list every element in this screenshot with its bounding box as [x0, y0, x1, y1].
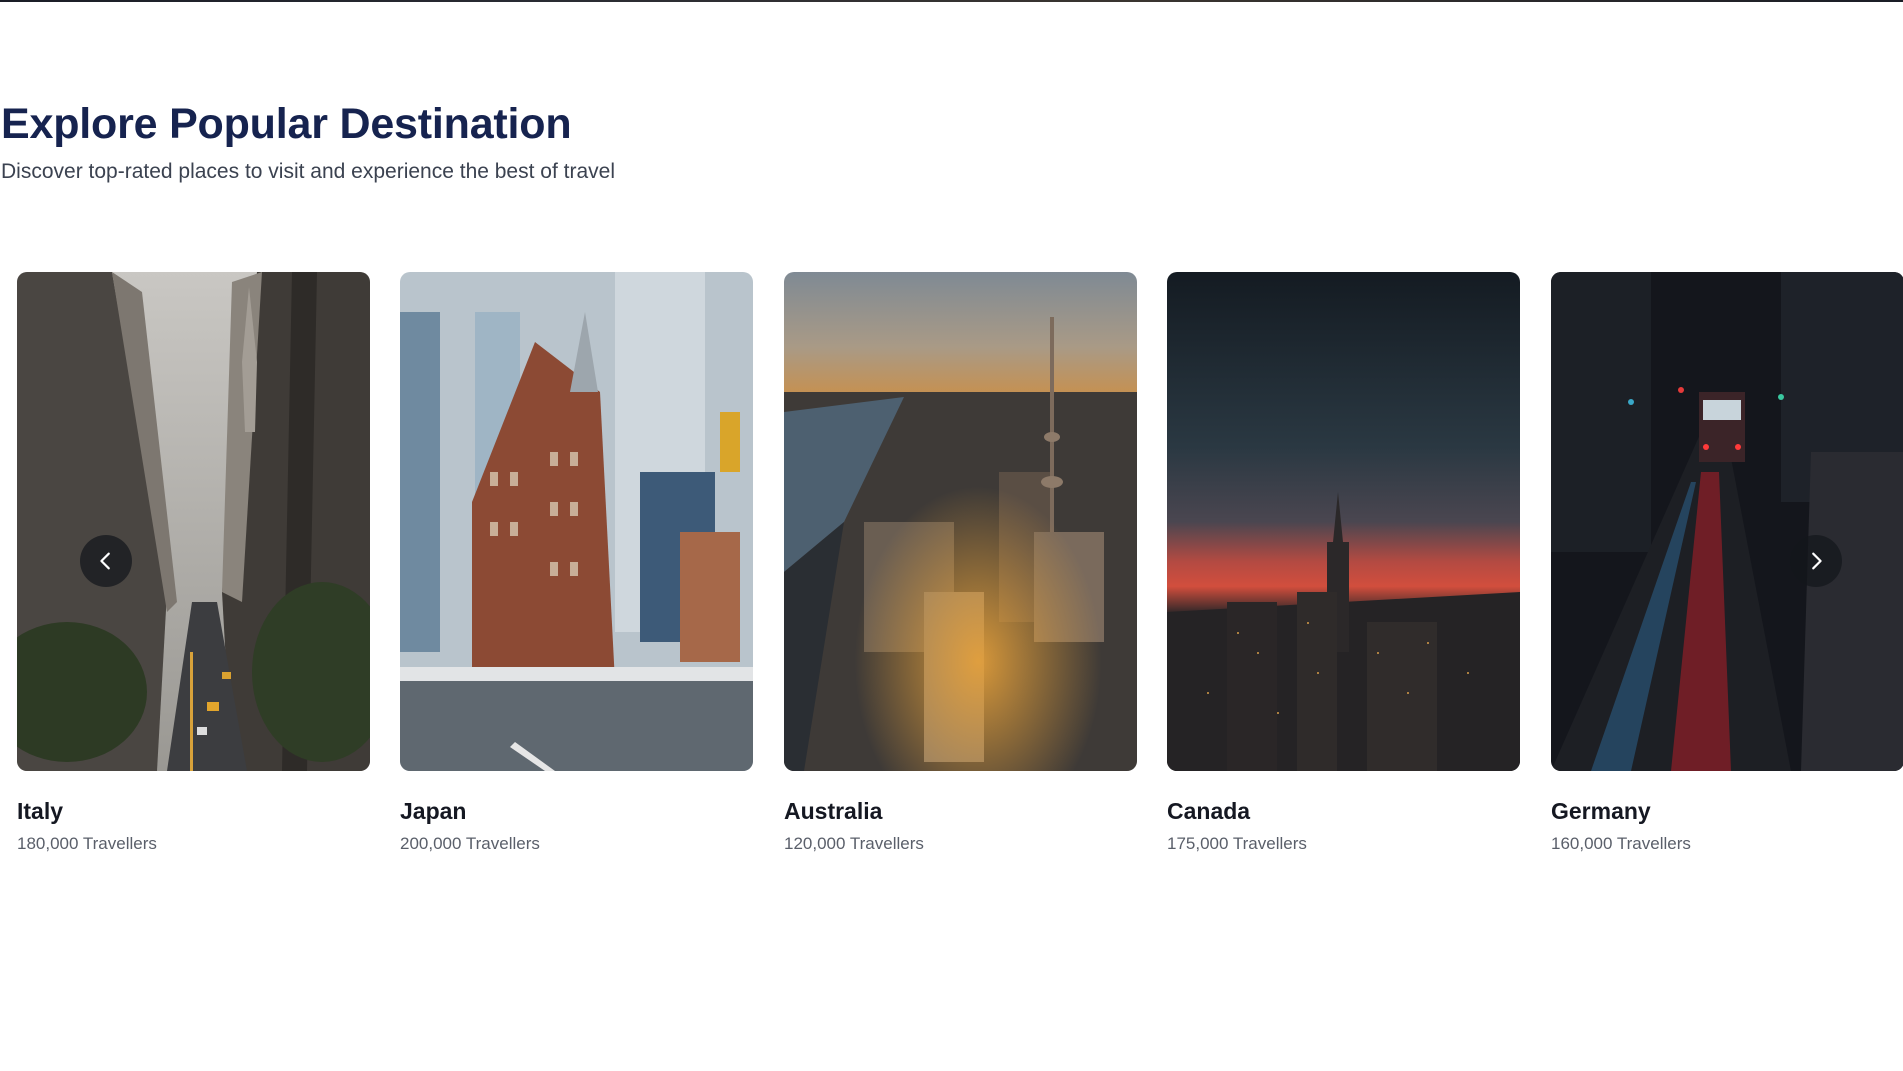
destination-name: Germany	[1551, 798, 1651, 824]
city-street-image	[17, 272, 370, 771]
chevron-left-icon	[100, 552, 110, 570]
destination-card-italy[interactable]: Italy 180,000 Travellers	[17, 272, 370, 854]
destination-image[interactable]	[17, 272, 370, 771]
destination-card-australia[interactable]: Australia 120,000 Travellers	[784, 272, 1137, 854]
destination-travellers: 175,000 Travellers	[1167, 834, 1307, 853]
destination-card-canada[interactable]: Canada 175,000 Travellers	[1167, 272, 1520, 854]
destination-card-germany[interactable]: Germany 160,000 Travellers	[1551, 272, 1903, 854]
destination-travellers: 180,000 Travellers	[17, 834, 157, 853]
carousel-next-button[interactable]	[1790, 535, 1842, 587]
destination-image[interactable]	[1167, 272, 1520, 771]
carousel-prev-button[interactable]	[80, 535, 132, 587]
destination-name: Italy	[17, 798, 64, 824]
destination-travellers: 120,000 Travellers	[784, 834, 924, 853]
destination-name: Canada	[1167, 798, 1251, 824]
section-title: Explore Popular Destination	[1, 100, 572, 148]
destination-travellers: 160,000 Travellers	[1551, 834, 1691, 853]
destination-image[interactable]	[784, 272, 1137, 771]
destination-image[interactable]	[400, 272, 753, 771]
destination-name: Australia	[784, 798, 883, 824]
night-street-image	[1551, 272, 1903, 771]
top-divider	[0, 0, 1903, 2]
section-subtitle: Discover top-rated places to visit and e…	[1, 160, 615, 183]
brick-building-image	[400, 272, 753, 771]
destination-card-japan[interactable]: Japan 200,000 Travellers	[400, 272, 753, 854]
destination-travellers: 200,000 Travellers	[400, 834, 540, 853]
destination-name: Japan	[400, 798, 467, 824]
skyline-dusk-image	[1167, 272, 1520, 771]
destination-image[interactable]	[1551, 272, 1903, 771]
aerial-city-image	[784, 272, 1137, 771]
chevron-right-icon	[1812, 552, 1822, 570]
